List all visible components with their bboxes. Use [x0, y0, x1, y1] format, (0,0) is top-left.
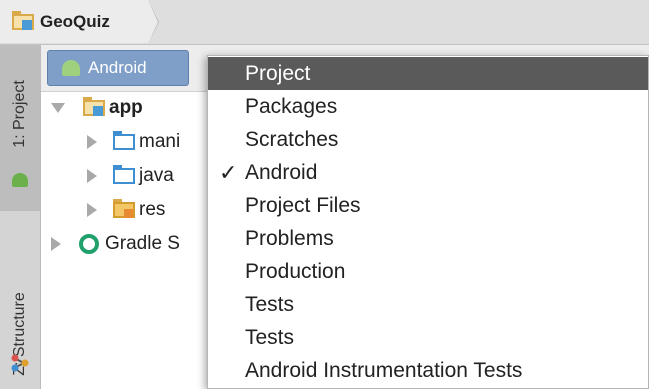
tree-item-label: app	[109, 97, 143, 118]
tree-item-res[interactable]: res	[87, 195, 165, 225]
menu-item-project-files[interactable]: Project Files	[208, 189, 648, 222]
expand-arrow-icon[interactable]	[51, 103, 65, 113]
menu-item-label: Scratches	[245, 127, 339, 151]
view-selector-dropdown[interactable]: Android	[47, 50, 189, 86]
menu-item-label: Android Instrumentation Tests	[245, 358, 523, 382]
menu-item-label: Problems	[245, 226, 334, 250]
module-folder-icon	[83, 97, 105, 116]
menu-item-label: Packages	[245, 94, 338, 118]
menu-item-label: Android	[245, 160, 318, 184]
navigation-bar: GeoQuiz	[0, 0, 649, 45]
menu-item-tests-2[interactable]: Tests	[208, 321, 648, 354]
tree-item-label: java	[139, 165, 174, 186]
collapse-arrow-icon[interactable]	[87, 203, 97, 217]
menu-item-android-instrumentation-tests[interactable]: Android Instrumentation Tests	[208, 354, 648, 387]
breadcrumb-project-label: GeoQuiz	[40, 11, 110, 31]
menu-item-production[interactable]: Production	[208, 255, 648, 288]
android-icon	[12, 173, 28, 187]
menu-item-problems[interactable]: Problems	[208, 222, 648, 255]
menu-item-packages[interactable]: Packages	[208, 90, 648, 123]
structure-tool-tab[interactable]: Z: Structure	[0, 215, 40, 389]
resources-folder-icon	[113, 199, 135, 218]
menu-item-label: Tests	[245, 325, 295, 349]
checkmark-icon: ✓	[219, 159, 238, 185]
tree-item-gradle-scripts[interactable]: Gradle S	[51, 229, 180, 259]
collapse-arrow-icon[interactable]	[51, 237, 61, 251]
menu-item-tests[interactable]: Tests	[208, 288, 648, 321]
project-tab-label: 1: Project	[11, 80, 28, 148]
android-icon	[62, 60, 80, 76]
menu-item-project[interactable]: Project	[208, 57, 648, 90]
project-folder-icon	[12, 10, 34, 30]
collapse-arrow-icon[interactable]	[87, 135, 97, 149]
menu-item-label: Production	[245, 259, 346, 283]
gradle-icon	[79, 234, 99, 254]
collapse-arrow-icon[interactable]	[87, 169, 97, 183]
menu-item-scratches[interactable]: Scratches	[208, 123, 648, 156]
folder-icon	[113, 165, 135, 184]
tree-item-label: Gradle S	[105, 233, 180, 254]
menu-item-label: Project	[245, 61, 311, 85]
view-selector-label: Android	[88, 58, 147, 77]
menu-item-label: Project Files	[245, 193, 361, 217]
menu-item-label: Tests	[245, 292, 295, 316]
tree-item-label: mani	[139, 131, 181, 152]
tree-item-label: res	[139, 199, 166, 220]
menu-item-android[interactable]: ✓ Android	[208, 156, 648, 189]
breadcrumb-project[interactable]: GeoQuiz	[0, 0, 159, 44]
folder-icon	[113, 131, 135, 150]
tree-item-app[interactable]: app	[51, 93, 143, 123]
structure-icon	[11, 354, 29, 372]
project-tool-tab[interactable]: 1: Project	[0, 45, 40, 211]
project-view-menu: Project Packages Scratches ✓ Android Pro…	[207, 55, 649, 389]
tree-item-java[interactable]: java	[87, 161, 174, 191]
tool-window-strip: 1: Project Z: Structure	[0, 45, 41, 389]
tree-item-manifests[interactable]: mani	[87, 127, 180, 157]
